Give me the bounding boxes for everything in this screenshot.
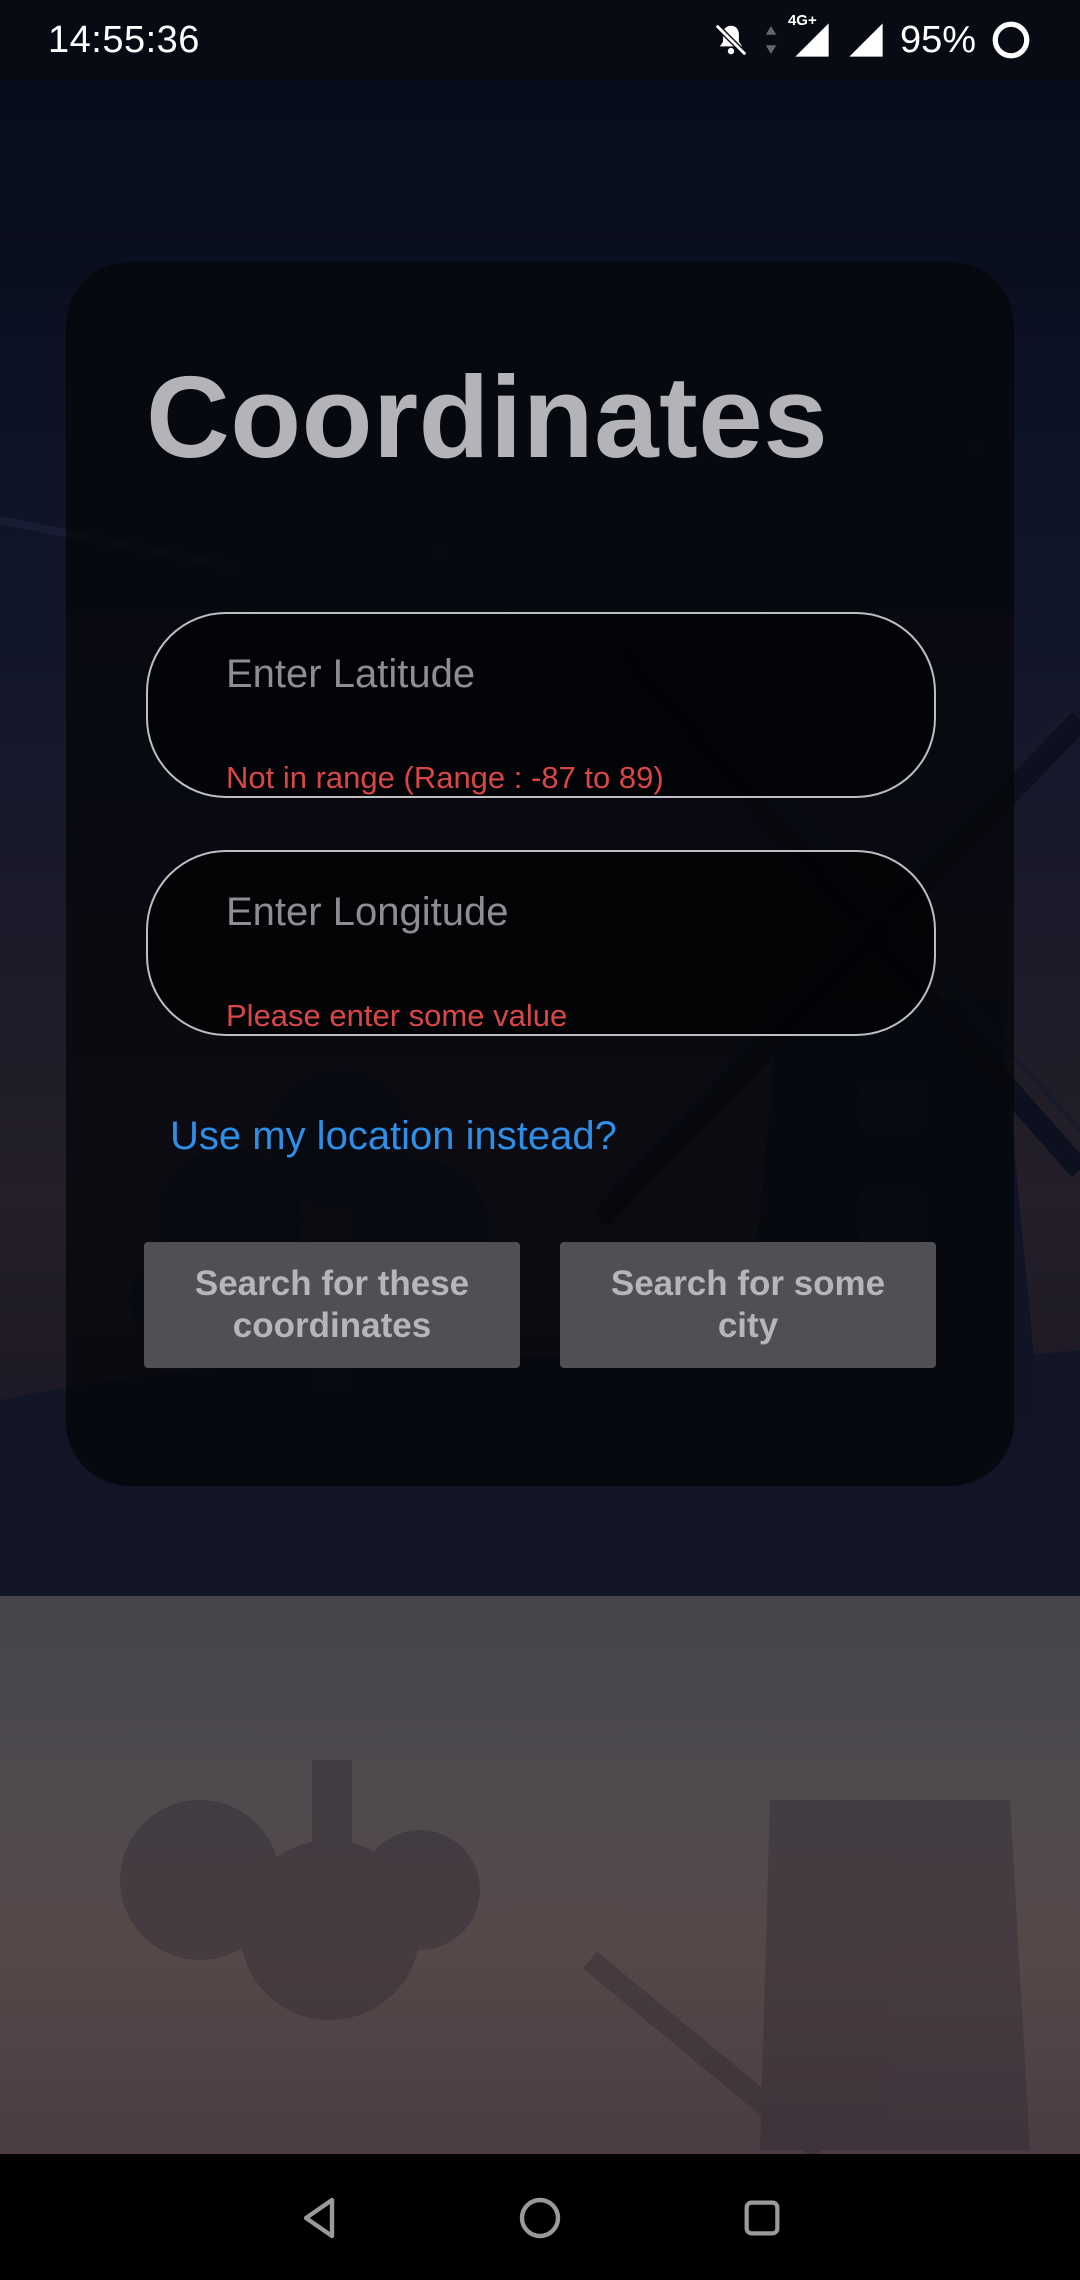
latitude-error: Not in range (Range : -87 to 89) [226, 760, 664, 795]
signal-icon [846, 20, 886, 60]
longitude-field[interactable]: Please enter some value [146, 850, 936, 1036]
signal-4g-icon: 4G+ [788, 12, 832, 60]
coordinates-card: Coordinates Not in range (Range : -87 to… [66, 262, 1014, 1486]
recents-icon[interactable] [732, 2188, 792, 2248]
search-coordinates-button[interactable]: Search for these coordinates [144, 1242, 520, 1368]
longitude-input[interactable] [226, 890, 866, 935]
home-icon[interactable] [510, 2188, 570, 2248]
status-bar: 14:55:36 4G+ 95% [0, 0, 1080, 80]
navigation-bar [0, 2154, 1080, 2280]
latitude-field[interactable]: Not in range (Range : -87 to 89) [146, 612, 936, 798]
status-icons: 4G+ 95% [712, 12, 1032, 62]
search-city-button[interactable]: Search for some city [560, 1242, 936, 1368]
battery-percent: 95% [899, 18, 976, 61]
bell-off-icon [712, 21, 750, 59]
back-icon[interactable] [290, 2188, 350, 2248]
page-title: Coordinates [146, 352, 829, 482]
latitude-input[interactable] [226, 652, 866, 697]
use-my-location-link[interactable]: Use my location instead? [170, 1114, 617, 1159]
network-label: 4G+ [787, 12, 817, 29]
longitude-error: Please enter some value [226, 998, 568, 1033]
status-time: 14:55:36 [48, 18, 200, 61]
battery-ring-icon [990, 19, 1032, 61]
data-arrows-icon [764, 22, 778, 58]
